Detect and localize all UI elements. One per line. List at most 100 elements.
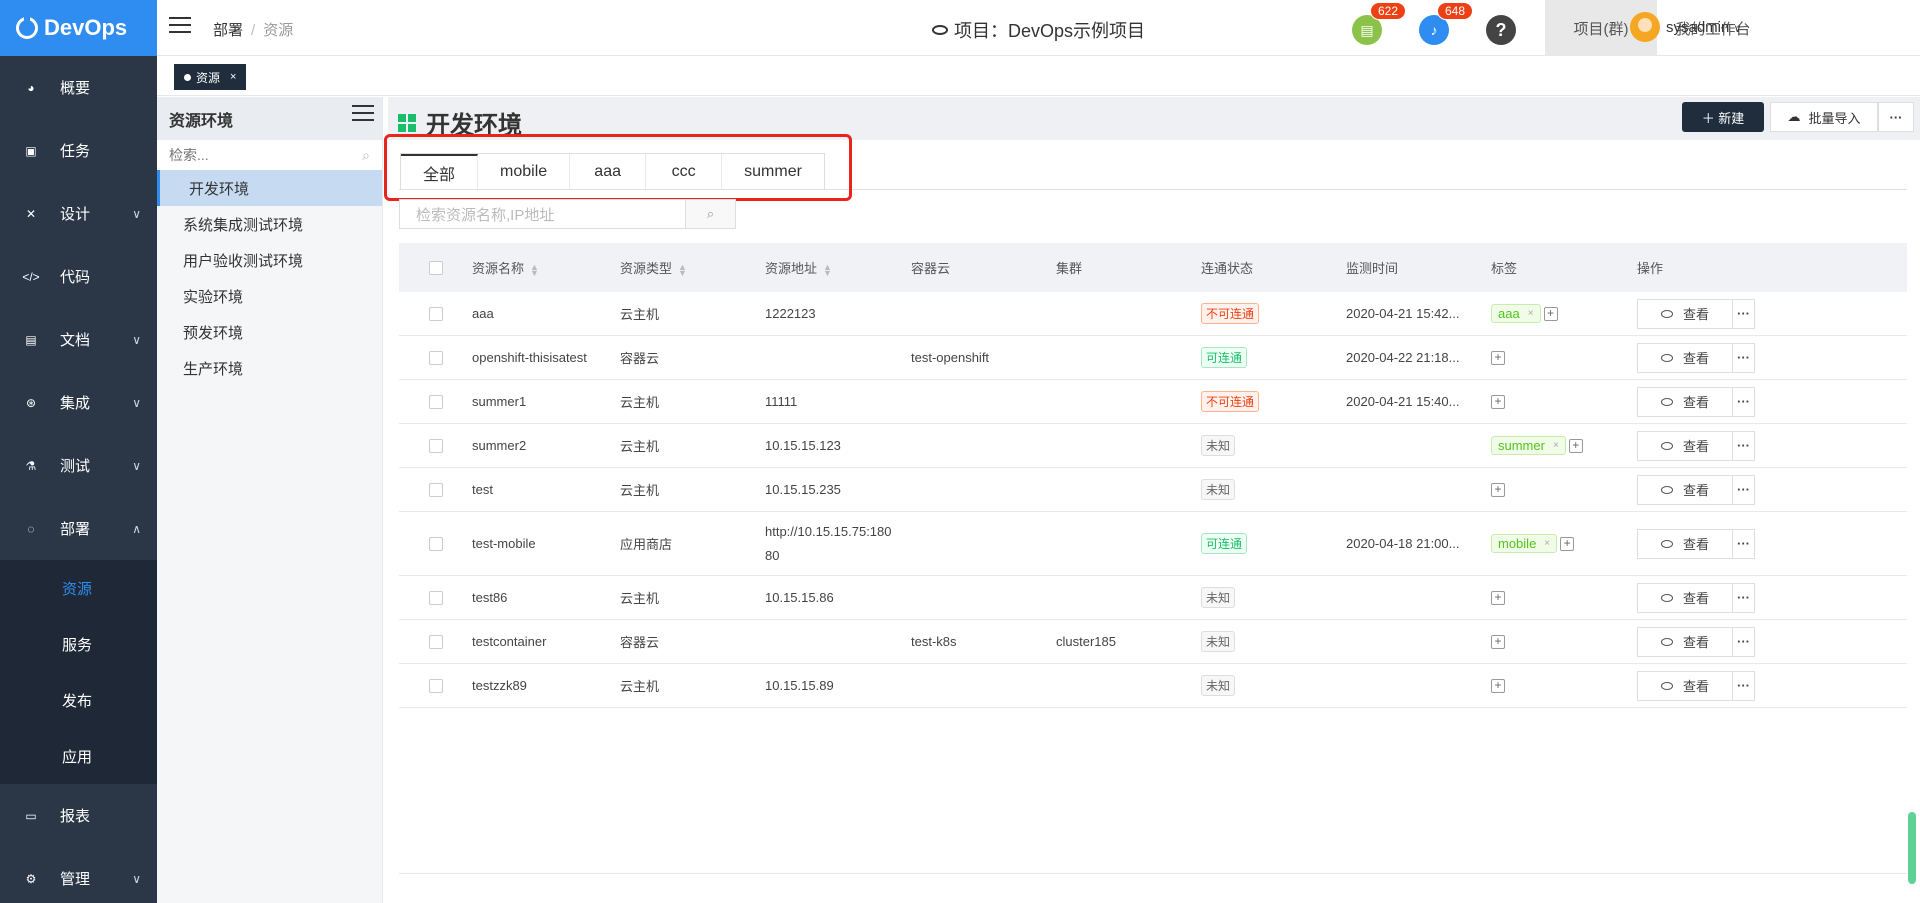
todo-icon[interactable]: ▤ 622 [1352, 2, 1407, 45]
row-more-button[interactable]: ··· [1733, 474, 1755, 505]
select-all-checkbox[interactable] [428, 260, 443, 275]
tab-3[interactable]: ccc [646, 154, 723, 189]
col-name[interactable]: 资源名称 ▲ ▼ [472, 258, 620, 277]
environment-item[interactable]: 预发环境 [157, 314, 382, 350]
row-more-button[interactable]: ··· [1733, 386, 1755, 417]
tab-2[interactable]: aaa [570, 154, 647, 189]
view-button[interactable]: 查看 [1637, 430, 1733, 461]
eye-icon [1660, 593, 1673, 602]
add-tag-icon[interactable]: + [1543, 306, 1558, 321]
view-button[interactable]: 查看 [1637, 626, 1733, 657]
row-checkbox[interactable] [428, 536, 443, 551]
logo-text: DevOps [44, 15, 128, 40]
eye-icon [1660, 309, 1673, 318]
nav-item-top2[interactable]: ✕ 设计 ∨ [0, 182, 157, 245]
user-menu[interactable]: sysadmin ∨ [1666, 19, 1742, 36]
view-button[interactable]: 查看 [1637, 670, 1733, 701]
resource-search-input[interactable]: 检索资源名称,IP地址 [399, 199, 685, 229]
row-more-button[interactable]: ··· [1733, 528, 1755, 559]
table-row: test-mobile 应用商店 http://10.15.15.75:18080 可… [399, 512, 1907, 576]
project-selector[interactable]: 项目：DevOps示例项目 [932, 17, 1145, 43]
resource-address: 10.15.15.123 [765, 437, 841, 453]
more-actions-button[interactable]: ··· [1878, 102, 1914, 132]
nav-item-top6[interactable]: ⚗ 测试 ∨ [0, 434, 157, 497]
search-icon[interactable]: ⌕ [362, 147, 370, 164]
add-tag-icon[interactable]: + [1568, 438, 1583, 453]
nav-subitem-3[interactable]: 应用 [0, 728, 157, 784]
add-tag-icon[interactable]: + [1491, 394, 1505, 409]
breadcrumb-item-deploy[interactable]: 部署 [213, 22, 243, 39]
view-button[interactable]: 查看 [1637, 386, 1733, 417]
add-tag-icon[interactable]: + [1491, 350, 1505, 365]
scrollbar[interactable] [1908, 812, 1916, 884]
view-button[interactable]: 查看 [1637, 342, 1733, 373]
search-icon[interactable]: ⌕ [685, 199, 736, 229]
row-checkbox[interactable] [428, 482, 443, 497]
help-icon[interactable]: ? [1486, 15, 1516, 45]
add-tag-icon[interactable]: + [1560, 536, 1575, 551]
environment-item[interactable]: 用户验收测试环境 [157, 242, 382, 278]
check-time: 2020-04-18 21:00... [1346, 536, 1460, 551]
collapse-menu-icon[interactable] [352, 105, 374, 123]
row-checkbox[interactable] [428, 590, 443, 605]
nav-item-top3[interactable]: </> 代码 [0, 245, 157, 308]
nav-item-top1[interactable]: ▣ 任务 [0, 119, 157, 182]
avatar[interactable] [1630, 12, 1660, 42]
row-checkbox[interactable] [428, 678, 443, 693]
view-button[interactable]: 查看 [1637, 474, 1733, 505]
remove-tag-icon[interactable]: × [1553, 440, 1559, 451]
open-tab-resource[interactable]: 资源 × [174, 64, 247, 90]
environment-item[interactable]: 开发环境 [157, 170, 382, 206]
remove-tag-icon[interactable]: × [1544, 538, 1550, 549]
col-address[interactable]: 资源地址 ▲ ▼ [765, 258, 911, 277]
add-tag-icon[interactable]: + [1491, 634, 1505, 649]
row-checkbox[interactable] [428, 394, 443, 409]
row-more-button[interactable]: ··· [1733, 626, 1755, 657]
environment-item[interactable]: 系统集成测试环境 [157, 206, 382, 242]
nav-item-top0[interactable]: ◕ 概要 [0, 56, 157, 119]
menu-toggle-icon[interactable] [169, 17, 191, 35]
environment-item[interactable]: 实验环境 [157, 278, 382, 314]
close-icon[interactable]: × [230, 71, 236, 83]
nav-subitem-0[interactable]: 资源 [0, 560, 157, 616]
nav-subitem-1[interactable]: 服务 [0, 616, 157, 672]
bell-icon[interactable]: ♪ 648 [1419, 2, 1474, 45]
add-tag-icon[interactable]: + [1491, 482, 1505, 497]
new-button[interactable]: ＋ 新建 [1682, 102, 1764, 132]
row-checkbox[interactable] [428, 306, 443, 321]
remove-tag-icon[interactable]: × [1528, 308, 1534, 319]
row-checkbox[interactable] [428, 438, 443, 453]
status-badge: 未知 [1201, 631, 1236, 652]
row-more-button[interactable]: ··· [1733, 582, 1755, 613]
tab-1[interactable]: mobile [478, 154, 571, 189]
environment-search-input[interactable] [169, 147, 349, 163]
batch-import-button[interactable]: ☁ 批量导入 [1770, 102, 1878, 132]
tab-4[interactable]: summer [722, 154, 824, 189]
nav-item-top5[interactable]: ⊛ 集成 ∨ [0, 371, 157, 434]
row-checkbox[interactable] [428, 350, 443, 365]
app-logo[interactable]: DevOps [0, 0, 157, 56]
nav-subitem-2[interactable]: 发布 [0, 672, 157, 728]
nav-item-top7[interactable]: ◌ 部署 ∧ [0, 497, 157, 560]
view-button[interactable]: 查看 [1637, 528, 1733, 559]
col-type[interactable]: 资源类型 ▲ ▼ [620, 258, 765, 277]
row-more-button[interactable]: ··· [1733, 670, 1755, 701]
add-tag-icon[interactable]: + [1491, 590, 1505, 605]
nav-item-bottom0[interactable]: ▭ 报表 [0, 784, 157, 847]
add-tag-icon[interactable]: + [1491, 678, 1505, 693]
row-checkbox[interactable] [428, 634, 443, 649]
resource-name: summer1 [472, 394, 527, 409]
notification-badge: 648 [1437, 2, 1474, 20]
row-more-button[interactable]: ··· [1733, 430, 1755, 461]
tab-0[interactable]: 全部 [401, 154, 479, 189]
table-row: openshift-thisisatest 容器云 test-openshift 可连… [399, 336, 1907, 380]
table-row: summer1 云主机 11111 不可连通 2020-04-21 15:40... + 查… [399, 380, 1907, 424]
environment-item[interactable]: 生产环境 [157, 350, 382, 386]
view-button[interactable]: 查看 [1637, 582, 1733, 613]
view-button[interactable]: 查看 [1637, 298, 1733, 329]
status-badge: 未知 [1201, 435, 1236, 456]
nav-item-top4[interactable]: ▤ 文档 ∨ [0, 308, 157, 371]
row-more-button[interactable]: ··· [1733, 298, 1755, 329]
nav-item-bottom1[interactable]: ⚙ 管理 ∨ [0, 847, 157, 903]
row-more-button[interactable]: ··· [1733, 342, 1755, 373]
